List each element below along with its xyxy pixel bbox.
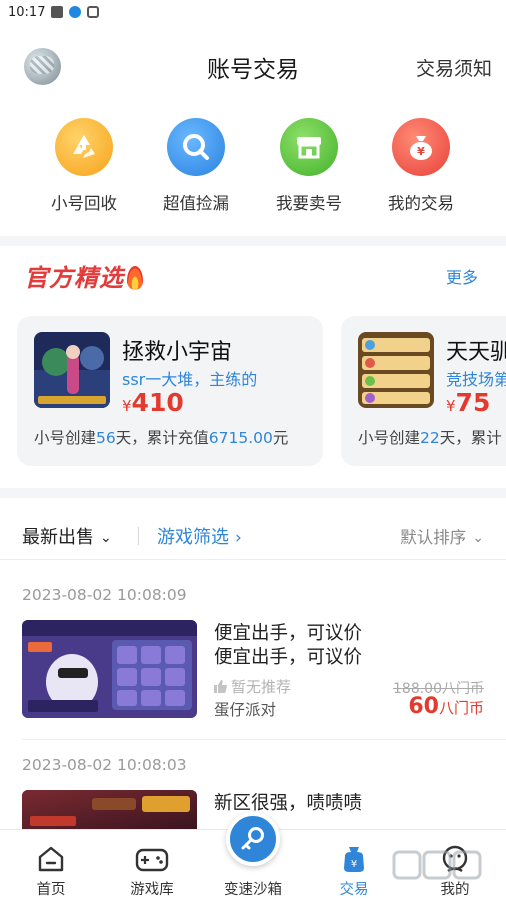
listing-time: 2023-08-02 10:08:03 [22,756,187,774]
notification-icon [51,6,64,18]
quick-action-my-trade[interactable]: ¥ 我的交易 [371,118,471,214]
tab-label: 交易 [339,882,369,898]
game-thumbnail [358,332,434,408]
quick-action-recycle[interactable]: 小号回收 [34,118,134,214]
svg-text:¥: ¥ [417,145,425,158]
listing-title-line: 便宜出手，可议价 [214,647,363,668]
trade-notice-link[interactable]: 交易须知 [416,54,492,81]
header: 账号交易 交易须知 [0,38,506,94]
stat-days: 56 [96,429,116,447]
more-link[interactable]: 更多 [446,264,478,288]
price-value: 410 [131,388,184,417]
game-name: 拯救小宇宙 [122,340,233,365]
tab-label: 变速沙箱 [224,882,282,898]
filter-bar: 最新出售 ⌄ 游戏筛选 › 默认排序 ⌄ [0,510,506,560]
stat-amount: 6715.00 [208,429,273,447]
featured-card[interactable]: 拯救小宇宙 ssr一大堆，主练的 ¥410 小号创建56天，累计充值6715.0… [17,316,323,466]
card-stats: 小号创建56天，累计充值6715.00元 [34,426,288,448]
fire-icon [127,266,143,290]
game-filter-button[interactable]: 游戏筛选 › [157,523,242,549]
trade-bag-icon: ¥ [304,830,404,876]
game-thumbnail [34,332,110,408]
recycle-icon [55,118,113,176]
listing-price-unit: 八门币 [438,699,484,717]
stat-suffix: 元 [272,429,289,447]
magnifier-icon [167,118,225,176]
svg-text:¥: ¥ [351,859,357,870]
filter-divider [138,527,139,545]
sort-dropdown[interactable]: 默认排序 ⌄ [400,524,484,548]
quick-action-label: 小号回收 [51,194,117,213]
quick-action-label: 我要卖号 [276,194,342,213]
sort-label: 默认排序 [400,528,467,547]
listing-game: 蛋仔派对 [214,701,277,719]
tab-trade[interactable]: ¥ 交易 [304,830,404,899]
listing-price-value: 60 [408,694,439,719]
shop-icon [280,118,338,176]
game-name: 天天驯 [446,340,506,365]
money-bag-icon: ¥ [392,118,450,176]
stat-days: 22 [420,429,440,447]
card-price: ¥410 [122,388,184,417]
chevron-down-icon: ⌄ [472,530,484,546]
listing-title: 新区很强，啧啧啧 [214,793,363,814]
recommend-text: 暂无推荐 [231,678,292,696]
listing-thumbnail [22,620,197,718]
quick-action-label: 我的交易 [388,194,454,213]
thumb-up-icon [214,679,227,693]
download-icon [69,6,82,18]
chevron-down-icon: ⌄ [100,530,112,546]
currency-symbol: ¥ [122,397,132,415]
stat-prefix: 小号创建 [358,429,421,447]
listing-title: 便宜出手，可议价 便宜出手，可议价 [214,622,362,670]
quick-actions: 小号回收 超值捡漏 我要卖号 ¥ 我的交易 [0,118,506,218]
status-bar: 10:17 [0,0,506,24]
stat-mid: 天，累计充值 [115,429,209,447]
watermark-logo [392,846,482,890]
key-icon [239,825,267,853]
price-value: 75 [455,388,491,417]
quick-action-bargain[interactable]: 超值捡漏 [146,118,246,214]
listing-divider [22,739,506,740]
section-divider [0,488,506,498]
featured-title: 官方精选 [24,258,143,293]
featured-card[interactable]: 天天驯 竞技场第 ¥75 小号创建22天，累计 [341,316,506,466]
home-icon [1,830,101,876]
speed-sandbox-button[interactable] [226,812,280,866]
quick-action-sell[interactable]: 我要卖号 [259,118,359,214]
listing-title-line: 便宜出手，可议价 [214,623,363,644]
game-filter-label: 游戏筛选 [157,527,229,548]
currency-symbol: ¥ [446,397,456,415]
listing-time: 2023-08-02 10:08:09 [22,586,187,604]
listing-recommend: 暂无推荐 [214,676,291,697]
card-tag: 竞技场第 [446,370,506,389]
listing-price: 60八门币 [408,694,484,719]
featured-title-text: 官方精选 [24,264,124,292]
tab-label: 游戏库 [130,882,174,898]
chevron-right-icon: › [235,528,242,548]
tab-game-library[interactable]: 游戏库 [102,830,202,899]
stat-prefix: 小号创建 [34,429,97,447]
listing-thumbnail [22,790,197,830]
app-status-icon [87,6,100,18]
latest-sale-dropdown[interactable]: 最新出售 ⌄ [22,523,112,549]
status-time: 10:17 [8,4,46,20]
card-price: ¥75 [446,388,490,417]
featured-carousel[interactable]: 拯救小宇宙 ssr一大堆，主练的 ¥410 小号创建56天，累计充值6715.0… [0,316,506,466]
latest-sale-label: 最新出售 [22,527,94,548]
tab-label: 首页 [36,882,66,898]
gamepad-icon [102,830,202,876]
stat-mid: 天，累计 [439,429,502,447]
card-stats: 小号创建22天，累计 [358,426,502,448]
tab-home[interactable]: 首页 [1,830,101,899]
quick-action-label: 超值捡漏 [163,194,229,213]
card-tag: ssr一大堆，主练的 [122,370,258,389]
section-divider [0,236,506,246]
